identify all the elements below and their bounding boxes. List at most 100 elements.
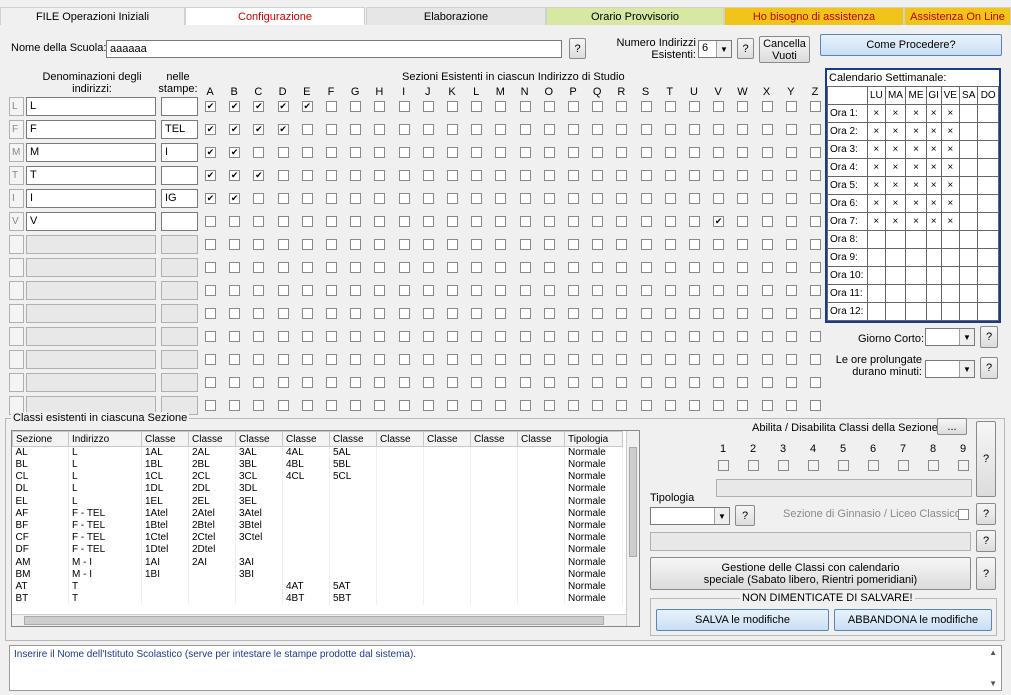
calendar-cell[interactable] bbox=[905, 230, 927, 249]
calendar-cell[interactable]: × bbox=[867, 194, 886, 213]
section-checkbox[interactable] bbox=[664, 193, 676, 204]
section-checkbox[interactable] bbox=[713, 193, 725, 204]
calendar-cell[interactable] bbox=[977, 194, 999, 213]
section-checkbox[interactable] bbox=[640, 193, 652, 204]
section-checkbox[interactable] bbox=[253, 285, 265, 296]
section-checkbox[interactable] bbox=[447, 170, 458, 181]
calendar-cell[interactable]: × bbox=[867, 122, 886, 141]
section-checkbox[interactable] bbox=[592, 193, 604, 204]
calendar-cell[interactable] bbox=[867, 248, 886, 267]
section-checkbox[interactable] bbox=[664, 262, 676, 273]
section-checkbox[interactable] bbox=[495, 170, 507, 181]
section-checkbox[interactable] bbox=[301, 400, 313, 411]
section-checkbox[interactable] bbox=[713, 354, 725, 365]
calendar-cell[interactable] bbox=[925, 230, 942, 249]
section-checkbox[interactable] bbox=[229, 331, 241, 342]
section-checkbox[interactable] bbox=[205, 400, 216, 411]
section-checkbox[interactable] bbox=[422, 124, 434, 135]
calendar-cell[interactable] bbox=[905, 284, 927, 303]
section-checkbox[interactable] bbox=[689, 354, 700, 365]
tipologia-select[interactable]: ▼ bbox=[650, 507, 730, 525]
section-checkbox[interactable] bbox=[519, 216, 531, 227]
section-checkbox[interactable] bbox=[568, 331, 579, 342]
section-checkbox[interactable]: ✔ bbox=[277, 101, 289, 112]
table-row[interactable]: CL L 1CL 2CL 3CL 4CL 5CL Normale bbox=[12, 471, 623, 484]
calendar-cell[interactable]: × bbox=[940, 104, 961, 123]
section-checkbox[interactable] bbox=[447, 193, 458, 204]
abilita-help-button[interactable]: ? bbox=[976, 421, 996, 497]
section-checkbox[interactable] bbox=[471, 124, 483, 135]
calendar-cell[interactable] bbox=[884, 302, 907, 321]
calendar-cell[interactable]: × bbox=[884, 212, 907, 231]
table-row[interactable]: BL L 1BL 2BL 3BL 4BL 5BL Normale bbox=[12, 459, 623, 472]
section-checkbox[interactable] bbox=[713, 285, 725, 296]
section-checkbox[interactable] bbox=[422, 193, 434, 204]
section-checkbox[interactable]: ✔ bbox=[277, 124, 289, 135]
column-header[interactable]: Classe bbox=[423, 431, 471, 447]
section-checkbox[interactable] bbox=[592, 400, 604, 411]
section-checkbox[interactable] bbox=[398, 308, 410, 319]
scroll-down-icon[interactable]: ▼ bbox=[989, 679, 997, 688]
calendar-cell[interactable] bbox=[905, 266, 927, 285]
calendar-cell[interactable]: × bbox=[905, 122, 927, 141]
section-checkbox[interactable]: ✔ bbox=[229, 124, 241, 135]
section-checkbox[interactable] bbox=[350, 377, 362, 388]
section-checkbox[interactable] bbox=[810, 285, 821, 296]
section-checkbox[interactable] bbox=[471, 170, 483, 181]
section-checkbox[interactable] bbox=[253, 239, 265, 250]
section-checkbox[interactable] bbox=[277, 354, 289, 365]
section-checkbox[interactable] bbox=[785, 354, 797, 365]
section-checkbox[interactable] bbox=[543, 216, 555, 227]
section-checkbox[interactable] bbox=[326, 285, 337, 296]
section-checkbox[interactable] bbox=[785, 308, 797, 319]
section-checkbox[interactable] bbox=[277, 262, 289, 273]
calendar-cell[interactable]: × bbox=[905, 140, 927, 159]
section-checkbox[interactable] bbox=[495, 354, 507, 365]
section-checkbox[interactable]: ✔ bbox=[229, 101, 241, 112]
indirizzo-name-input[interactable]: T bbox=[26, 166, 156, 185]
section-checkbox[interactable] bbox=[253, 262, 265, 273]
section-checkbox[interactable] bbox=[519, 239, 531, 250]
section-checkbox[interactable] bbox=[253, 147, 265, 158]
calendar-cell[interactable] bbox=[940, 284, 961, 303]
stampa-input[interactable]: I bbox=[161, 143, 198, 162]
section-checkbox[interactable] bbox=[568, 101, 579, 112]
calendar-cell[interactable]: × bbox=[867, 104, 886, 123]
section-checkbox[interactable] bbox=[568, 308, 579, 319]
abilita-checkbox[interactable] bbox=[808, 460, 819, 471]
section-checkbox[interactable] bbox=[640, 354, 652, 365]
ore-prolungate-help-button[interactable]: ? bbox=[980, 357, 998, 379]
section-checkbox[interactable] bbox=[398, 101, 410, 112]
section-checkbox[interactable] bbox=[398, 193, 410, 204]
section-checkbox[interactable] bbox=[689, 377, 700, 388]
section-checkbox[interactable] bbox=[277, 308, 289, 319]
section-checkbox[interactable] bbox=[495, 239, 507, 250]
indirizzo-name-input[interactable]: I bbox=[26, 189, 156, 208]
section-checkbox[interactable] bbox=[543, 354, 555, 365]
indirizzo-name-input[interactable] bbox=[26, 258, 156, 277]
section-checkbox[interactable] bbox=[471, 216, 483, 227]
calendar-cell[interactable] bbox=[925, 302, 942, 321]
section-checkbox[interactable] bbox=[785, 124, 797, 135]
section-checkbox[interactable] bbox=[616, 377, 628, 388]
section-checkbox[interactable] bbox=[350, 400, 362, 411]
section-checkbox[interactable] bbox=[398, 331, 410, 342]
indirizzo-name-input[interactable] bbox=[26, 304, 156, 323]
calendar-cell[interactable] bbox=[905, 302, 927, 321]
section-checkbox[interactable] bbox=[374, 216, 386, 227]
calendar-cell[interactable]: × bbox=[884, 140, 907, 159]
section-checkbox[interactable] bbox=[761, 239, 773, 250]
section-checkbox[interactable] bbox=[543, 147, 555, 158]
calendar-cell[interactable] bbox=[940, 302, 961, 321]
tipologia-help-button[interactable]: ? bbox=[735, 505, 755, 526]
section-checkbox[interactable] bbox=[350, 331, 362, 342]
section-checkbox[interactable] bbox=[737, 262, 749, 273]
abbandona-button[interactable]: ABBANDONA le modifiche bbox=[834, 609, 992, 631]
section-checkbox[interactable] bbox=[616, 331, 628, 342]
section-checkbox[interactable] bbox=[592, 124, 604, 135]
section-checkbox[interactable]: ✔ bbox=[205, 101, 216, 112]
section-checkbox[interactable] bbox=[568, 400, 579, 411]
section-checkbox[interactable] bbox=[616, 170, 628, 181]
tab-4[interactable]: Ho bisogno di assistenza bbox=[724, 7, 904, 25]
section-checkbox[interactable] bbox=[689, 101, 700, 112]
